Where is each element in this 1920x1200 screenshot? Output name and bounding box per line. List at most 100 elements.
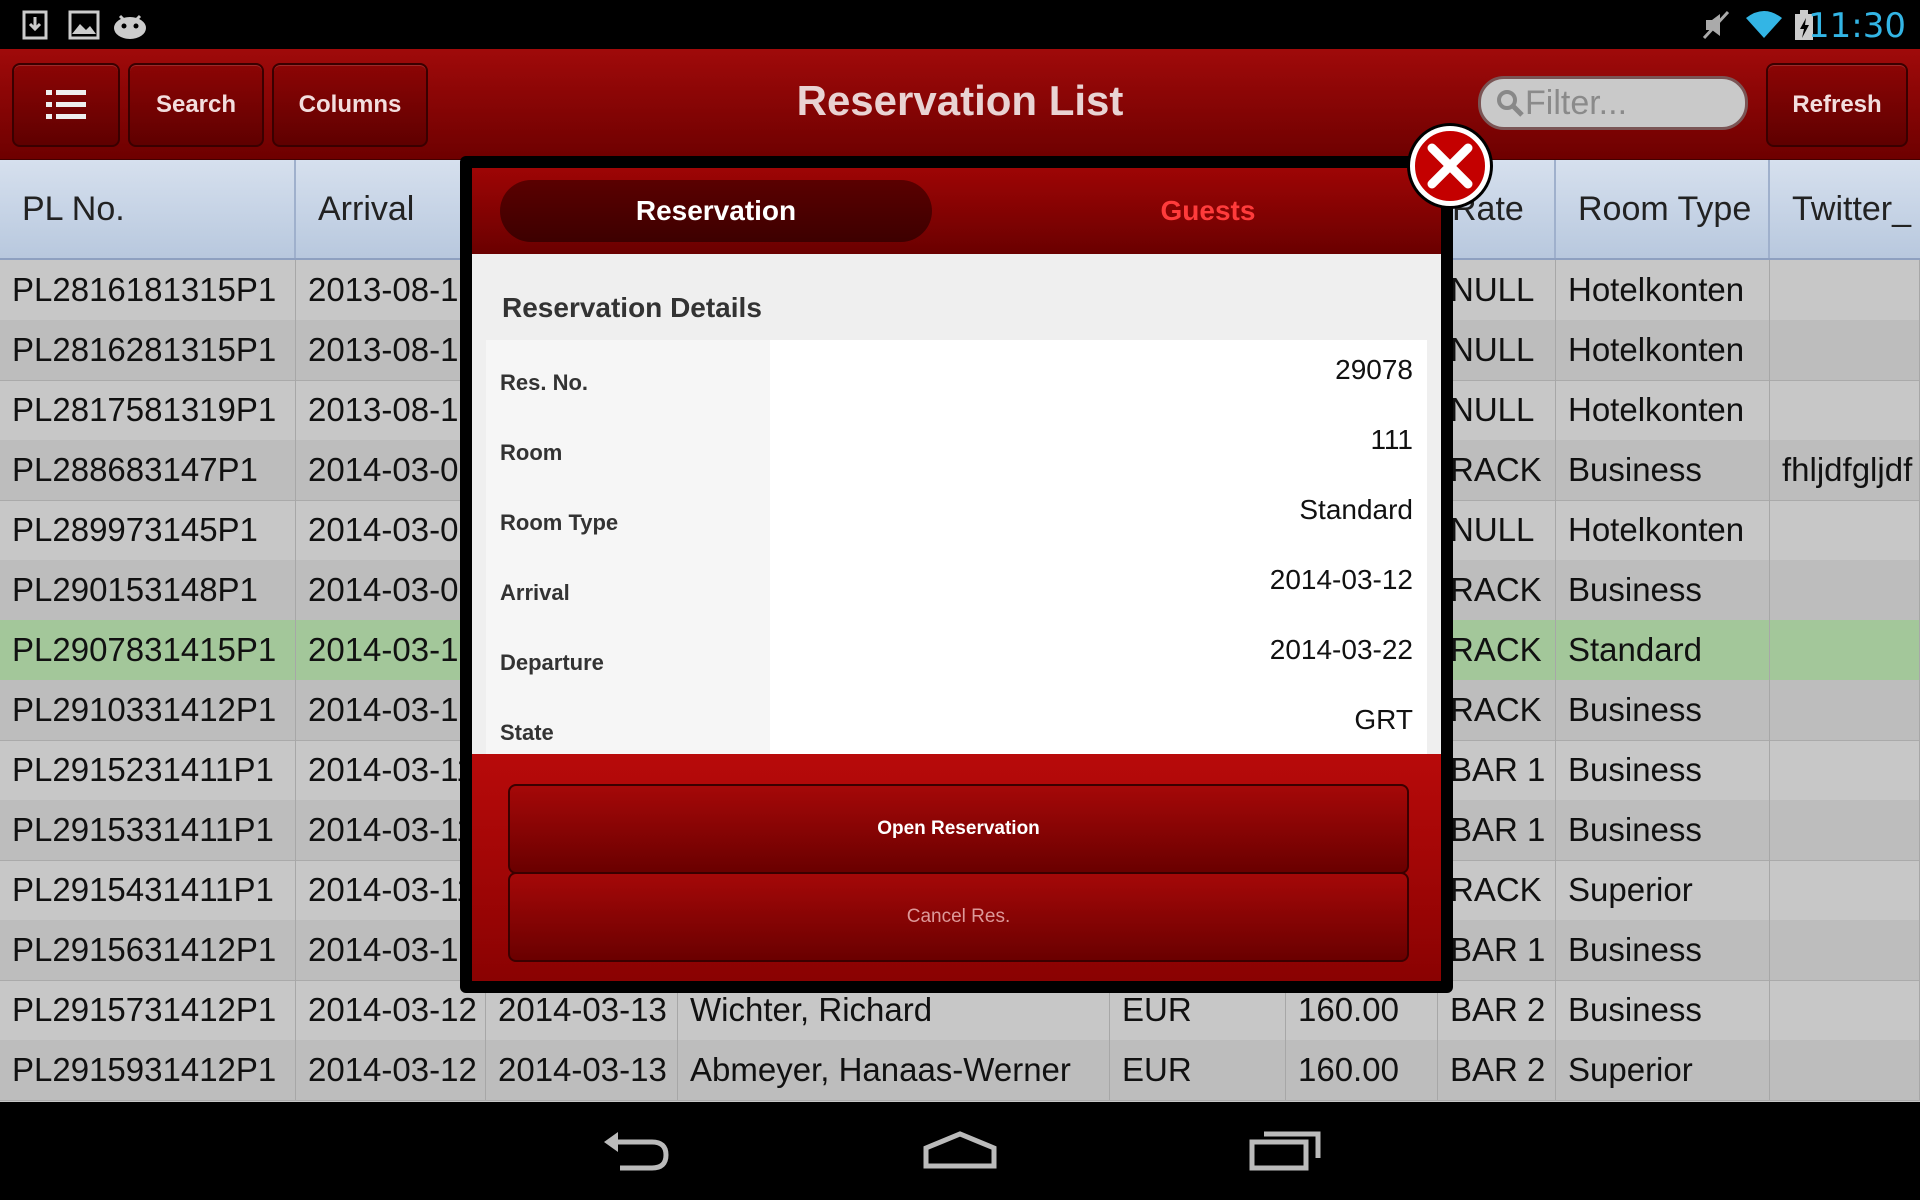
cell-room-type: Hotelkonten bbox=[1556, 260, 1770, 320]
dialog-tabs: Reservation Guests bbox=[472, 168, 1441, 254]
cell-rate: NULL bbox=[1438, 260, 1556, 320]
cell-rate: BAR 1 bbox=[1438, 800, 1556, 860]
cell-twitter bbox=[1770, 560, 1920, 620]
detail-label: Room Type bbox=[486, 480, 770, 550]
download-icon bbox=[22, 10, 48, 40]
detail-value: 2014-03-12 bbox=[1269, 564, 1413, 595]
home-icon[interactable] bbox=[920, 1122, 1000, 1178]
open-reservation-button[interactable]: Open Reservation bbox=[508, 784, 1409, 874]
cell-twitter bbox=[1770, 920, 1920, 980]
cell-pl-no: PL2907831415P1 bbox=[0, 620, 296, 680]
cell-arrival: 2014-03-05 bbox=[296, 500, 486, 560]
navigation-bar bbox=[0, 1102, 1920, 1200]
cell-pl-no: PL2915331411P1 bbox=[0, 800, 296, 860]
cell-room-type: Hotelkonten bbox=[1556, 380, 1770, 440]
tab-reservation[interactable]: Reservation bbox=[500, 180, 932, 242]
cell-pl-no: PL2915431411P1 bbox=[0, 860, 296, 920]
app-bar: Search Columns Reservation List Filter..… bbox=[0, 49, 1920, 161]
detail-label: Departure bbox=[486, 620, 770, 690]
detail-value: 111 bbox=[1370, 424, 1413, 455]
cell-rate: BAR 1 bbox=[1438, 920, 1556, 980]
cell-room-type: Hotelkonten bbox=[1556, 320, 1770, 380]
cell-twitter bbox=[1770, 260, 1920, 320]
reservation-details: Reservation Details Res. No. 29078 Room 111… bbox=[472, 254, 1441, 754]
cell-arrival: 2014-03-11 bbox=[296, 740, 486, 800]
cell-name: Abmeyer, Hanaas-Werner bbox=[678, 1040, 1110, 1100]
android-debug-icon bbox=[114, 14, 146, 39]
cell-pl-no: PL289973145P1 bbox=[0, 500, 296, 560]
cancel-reservation-button[interactable]: Cancel Res. bbox=[508, 872, 1409, 962]
cell-arrival: 2014-03-12 bbox=[296, 920, 486, 980]
cell-room-type: Hotelkonten bbox=[1556, 500, 1770, 560]
recent-apps-icon[interactable] bbox=[1248, 1122, 1322, 1178]
column-header-arrival[interactable]: Arrival bbox=[296, 160, 486, 258]
close-icon bbox=[1427, 143, 1473, 189]
cell-arrival: 2014-03-08 bbox=[296, 560, 486, 620]
detail-value: 29078 bbox=[1335, 354, 1413, 385]
cell-room-type: Business bbox=[1556, 440, 1770, 500]
cell-arrival: 2013-08-15 bbox=[296, 260, 486, 320]
filter-input[interactable]: Filter... bbox=[1478, 76, 1748, 130]
detail-label: Arrival bbox=[486, 550, 770, 620]
detail-row: Room Type Standard bbox=[486, 480, 1427, 551]
cell-twitter bbox=[1770, 800, 1920, 860]
cell-arrival: 2014-03-12 bbox=[296, 1040, 486, 1100]
cell-pl-no: PL2915731412P1 bbox=[0, 980, 296, 1040]
cell-arrival: 2014-03-11 bbox=[296, 860, 486, 920]
detail-row: Arrival 2014-03-12 bbox=[486, 550, 1427, 621]
cell-room-type: Business bbox=[1556, 680, 1770, 740]
cell-room-type: Superior bbox=[1556, 1040, 1770, 1100]
cell-twitter bbox=[1770, 980, 1920, 1040]
cell-twitter bbox=[1770, 620, 1920, 680]
cell-rate: RACK bbox=[1438, 620, 1556, 680]
cell-rate: RACK bbox=[1438, 560, 1556, 620]
column-header-room-type[interactable]: Room Type bbox=[1556, 160, 1770, 258]
cell-rate: BAR 2 bbox=[1438, 980, 1556, 1040]
cell-twitter bbox=[1770, 680, 1920, 740]
cell-pl-no: PL2817581319P1 bbox=[0, 380, 296, 440]
table-row[interactable]: PL2915931412P1 2014-03-12 2014-03-13 Abmeye… bbox=[0, 1040, 1920, 1101]
cell-rate: NULL bbox=[1438, 320, 1556, 380]
detail-row: State GRT bbox=[486, 690, 1427, 754]
filter-placeholder: Filter... bbox=[1525, 83, 1628, 122]
cell-room-type: Business bbox=[1556, 920, 1770, 980]
cell-arrival: 2014-03-12 bbox=[296, 680, 486, 740]
search-icon bbox=[1497, 90, 1524, 117]
cell-room-type: Business bbox=[1556, 560, 1770, 620]
close-button[interactable] bbox=[1410, 126, 1490, 206]
image-icon bbox=[68, 10, 100, 40]
dialog-actions: Open Reservation Cancel Res. bbox=[472, 754, 1441, 981]
cell-arrival: 2014-03-07 bbox=[296, 440, 486, 500]
cell-pl-no: PL2816181315P1 bbox=[0, 260, 296, 320]
cell-pl-no: PL288683147P1 bbox=[0, 440, 296, 500]
cell-room-type: Standard bbox=[1556, 620, 1770, 680]
status-bar: 11:30 bbox=[0, 0, 1920, 49]
cell-pl-no: PL2910331412P1 bbox=[0, 680, 296, 740]
cell-room-type: Business bbox=[1556, 980, 1770, 1040]
cell-rate: BAR 2 bbox=[1438, 1040, 1556, 1100]
cell-twitter bbox=[1770, 380, 1920, 440]
cell-price: 160.00 bbox=[1286, 1040, 1438, 1100]
cell-twitter bbox=[1770, 1040, 1920, 1100]
reservation-dialog: Reservation Guests Reservation Details R… bbox=[460, 156, 1453, 993]
back-icon[interactable] bbox=[600, 1122, 672, 1178]
cell-twitter bbox=[1770, 860, 1920, 920]
column-header-pl-no[interactable]: PL No. bbox=[0, 160, 296, 258]
cell-room-type: Superior bbox=[1556, 860, 1770, 920]
detail-value: 2014-03-22 bbox=[1269, 634, 1413, 665]
tab-guests[interactable]: Guests bbox=[992, 180, 1424, 242]
cell-rate: BAR 1 bbox=[1438, 740, 1556, 800]
cell-arrival: 2013-08-15 bbox=[296, 320, 486, 380]
cell-pl-no: PL2915931412P1 bbox=[0, 1040, 296, 1100]
wifi-icon bbox=[1746, 11, 1782, 38]
column-header-twitter[interactable]: Twitter_ bbox=[1770, 160, 1920, 258]
cell-arrival: 2014-03-11 bbox=[296, 800, 486, 860]
cell-rate: RACK bbox=[1438, 440, 1556, 500]
detail-value: GRT bbox=[1354, 704, 1413, 735]
cell-arrival: 2014-03-12 bbox=[296, 980, 486, 1040]
cell-twitter bbox=[1770, 740, 1920, 800]
dialog-body: Reservation Guests Reservation Details R… bbox=[472, 168, 1441, 981]
cell-rate: RACK bbox=[1438, 680, 1556, 740]
refresh-button[interactable]: Refresh bbox=[1766, 63, 1908, 147]
mute-icon bbox=[1702, 10, 1730, 40]
